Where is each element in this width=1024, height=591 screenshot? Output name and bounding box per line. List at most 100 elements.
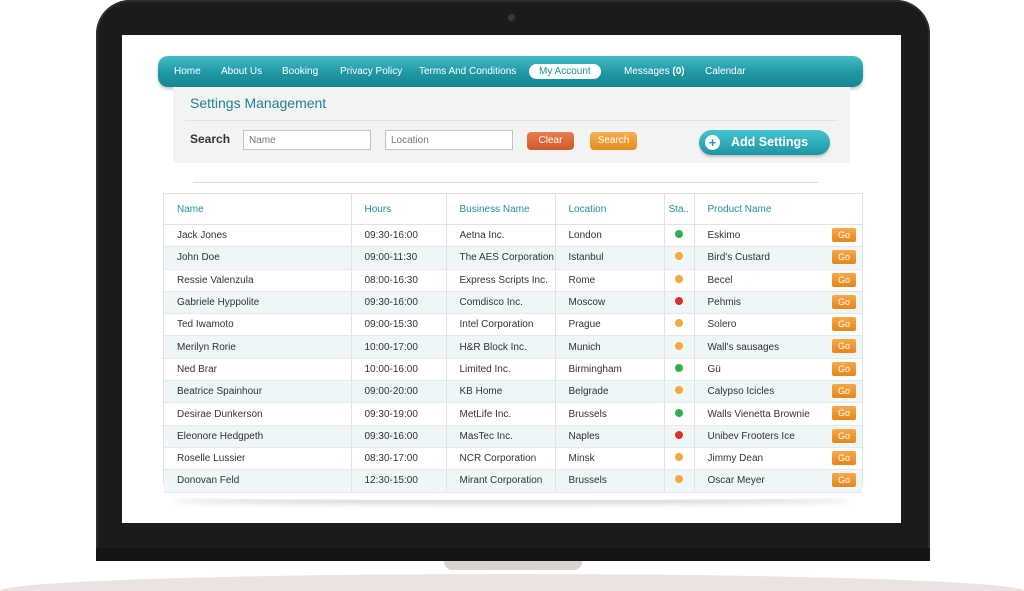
cell-hours: 10:00-16:00 [351,358,447,382]
cell-product-name: Gü Go [694,358,862,382]
cell-business-name: Comdisco Inc. [446,291,556,315]
table-row[interactable]: John Doe 09:00-11:30 The AES Corporation Is… [164,246,862,270]
status-dot-icon [675,430,683,439]
cell-name: Ned Brar [164,358,352,382]
cell-location: Brussels [555,402,665,426]
table-row[interactable]: Jack Jones 09:30-16:00 Aetna Inc. London Esk… [164,224,862,248]
column-header-business-name[interactable]: Business Name [446,194,556,225]
cell-location: Moscow [555,291,665,315]
go-button[interactable]: Go [832,294,856,309]
main-nav: Home About Us Booking Privacy Policy Ter… [158,56,863,87]
go-button[interactable]: Go [832,406,856,421]
table-row[interactable]: Ted Iwamoto 09:00-15:30 Intel Corporation P… [164,313,862,337]
cell-hours: 09:00-20:00 [351,380,447,404]
cell-status [664,224,695,248]
laptop-bezel-bottom [96,548,930,561]
clear-button[interactable]: Clear [527,132,574,150]
cell-location: Prague [555,313,665,337]
cell-business-name: Limited Inc. [446,358,556,382]
add-settings-button[interactable]: + Add Settings [699,130,830,155]
cell-product-name: Eskimo Go [694,224,862,248]
cell-hours: 09:00-15:30 [351,313,447,337]
cell-hours: 09:30-19:00 [351,402,447,426]
table-row[interactable]: Donovan Feld 12:30-15:00 Mirant Corporatio… [164,469,862,493]
nav-about-us[interactable]: About Us [221,56,262,87]
nav-privacy-policy[interactable]: Privacy Policy [340,56,402,87]
go-button[interactable]: Go [832,250,856,265]
table-row[interactable]: Eleonore Hedgpeth 09:30-16:00 MasTec Inc. N… [164,425,862,448]
cell-business-name: MetLife Inc. [446,402,556,426]
location-search-input[interactable] [385,130,513,150]
settings-table: Name Hours Business Name Location Sta.. … [163,193,863,493]
column-header-hours[interactable]: Hours [351,194,447,225]
go-button[interactable]: Go [832,317,856,332]
table-row[interactable]: Ned Brar 10:00-16:00 Limited Inc. Birmingha… [164,358,862,382]
go-button[interactable]: Go [832,339,856,354]
status-dot-icon [675,274,683,283]
nav-calendar[interactable]: Calendar [705,56,746,87]
cell-hours: 09:30-16:00 [351,224,447,248]
cell-product-name: Oscar Meyer Go [694,469,862,493]
cell-business-name: Mirant Corporation [446,469,556,493]
nav-my-account[interactable]: My Account [529,64,601,79]
cell-product-name: Walls Vienetta Brownie Go [694,402,862,426]
go-button[interactable]: Go [832,450,856,465]
status-dot-icon [675,453,683,462]
cell-name: Jack Jones [164,224,352,248]
table-row[interactable]: Merilyn Rorie 10:00-17:00 H&R Block Inc. Mu… [164,335,862,359]
table-row[interactable]: Gabriele Hyppolite 09:30-16:00 Comdisco In… [164,291,862,315]
status-dot-icon [675,252,683,261]
cell-name: Roselle Lussier [164,447,352,471]
cell-location: Munich [555,335,665,359]
nav-booking[interactable]: Booking [282,56,318,87]
product-name-text: Becel [707,274,733,286]
cell-status [664,291,695,315]
product-name-text: Gü [707,363,721,375]
nav-messages-label: Messages [624,66,670,77]
cell-business-name: KB Home [446,380,556,404]
column-header-product-name[interactable]: Product Name [694,194,862,225]
cell-status [664,380,695,404]
nav-terms-and-conditions[interactable]: Terms And Conditions [419,56,516,87]
search-button[interactable]: Search [590,132,637,150]
cell-business-name: Express Scripts Inc. [446,269,556,292]
go-button[interactable]: Go [832,272,856,287]
column-header-location[interactable]: Location [555,194,665,225]
go-button[interactable]: Go [832,384,856,399]
go-button[interactable]: Go [832,361,856,376]
go-button[interactable]: Go [832,228,856,242]
cell-product-name: Calypso Icicles Go [694,380,862,404]
go-button[interactable]: Go [832,473,856,488]
status-dot-icon [675,319,683,328]
status-dot-icon [675,386,683,395]
cell-name: Ted Iwamoto [164,313,352,337]
nav-messages[interactable]: Messages (0) [624,56,685,87]
cell-status [664,447,695,471]
cell-location: Minsk [555,447,665,471]
cell-hours: 10:00-17:00 [351,335,447,359]
product-name-text: Oscar Meyer [707,475,765,487]
cell-location: Rome [555,269,665,292]
go-button[interactable]: Go [832,428,856,443]
cell-hours: 09:30-16:00 [351,425,447,448]
cell-product-name: Jimmy Dean Go [694,447,862,471]
cell-status [664,335,695,359]
product-name-text: Calypso Icicles [707,386,775,398]
cell-status [664,313,695,337]
column-header-status[interactable]: Sta.. [664,194,695,225]
table-row[interactable]: Roselle Lussier 08:30-17:00 NCR Corporatio… [164,447,862,471]
settings-panel: Settings Management Search Clear Search … [173,87,850,163]
cell-location: London [555,224,665,248]
product-name-text: Pehmis [707,297,741,309]
table-row[interactable]: Ressie Valenzula 08:00-16:30 Express Scrip… [164,269,862,292]
table-row[interactable]: Desirae Dunkerson 09:30-19:00 MetLife Inc.… [164,402,862,426]
status-dot-icon [675,230,683,239]
table-row[interactable]: Beatrice Spainhour 09:00-20:00 KB Home Belg… [164,380,862,404]
cell-location: Brussels [555,469,665,493]
nav-home[interactable]: Home [174,56,201,87]
cell-product-name: Solero Go [694,313,862,337]
cell-name: Desirae Dunkerson [164,402,352,426]
column-header-name[interactable]: Name [164,194,352,225]
cell-business-name: NCR Corporation [446,447,556,471]
name-search-input[interactable] [243,130,371,150]
